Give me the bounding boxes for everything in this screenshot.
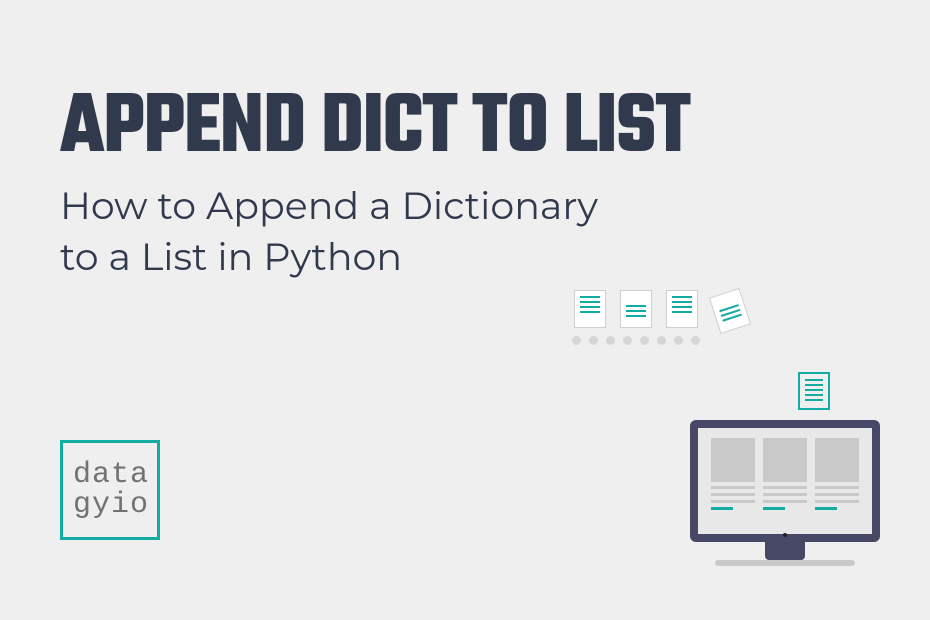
page-title: APPEND DICT TO LIST: [60, 84, 870, 174]
documents-row: [560, 290, 760, 330]
datagy-logo: data gyio: [60, 440, 160, 540]
monitor-screen: [690, 420, 880, 542]
monitor-base: [715, 560, 855, 566]
document-icon: [574, 290, 606, 328]
document-icon: [666, 290, 698, 328]
monitor-stand: [765, 542, 805, 560]
subtitle-line-2: to a List in Python: [60, 233, 402, 280]
computer-illustration: [560, 290, 900, 570]
document-icon: [620, 290, 652, 328]
content-container: APPEND DICT TO LIST How to Append a Dict…: [0, 0, 930, 283]
logo-text-line-2: gyio: [73, 490, 157, 520]
dots-decoration: [572, 336, 700, 345]
monitor-power-dot: [783, 533, 787, 537]
document-icon: [709, 288, 751, 334]
logo-text-line-1: data: [73, 460, 157, 490]
monitor-icon: [690, 420, 880, 570]
floating-document-icon: [798, 372, 830, 410]
page-subtitle: How to Append a Dictionary to a List in …: [60, 180, 870, 283]
